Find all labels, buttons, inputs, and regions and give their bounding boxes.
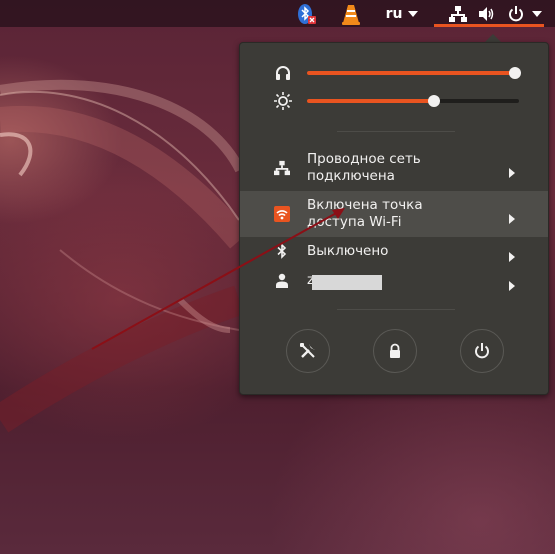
menu-item-user[interactable]: z bbox=[240, 269, 548, 293]
headphones-icon bbox=[273, 63, 293, 83]
volume-slider-row bbox=[240, 62, 548, 84]
network-wired-icon[interactable] bbox=[448, 0, 468, 27]
lock-button[interactable] bbox=[373, 329, 417, 373]
menu-item-bluetooth[interactable]: Выключено bbox=[240, 240, 548, 264]
chevron-right-icon bbox=[509, 163, 517, 178]
network-wired-icon bbox=[274, 160, 290, 176]
power-icon[interactable] bbox=[506, 0, 526, 27]
wifi-hotspot-icon bbox=[274, 206, 290, 222]
power-icon bbox=[475, 343, 489, 359]
language-indicator[interactable]: ru bbox=[383, 0, 405, 27]
redacted-username bbox=[312, 275, 382, 290]
settings-icon bbox=[300, 343, 315, 358]
menu-item-wired-network[interactable]: Проводное сеть подключена bbox=[240, 147, 548, 189]
menu-item-wifi-hotspot[interactable]: Включена точка доступа Wi-Fi bbox=[240, 191, 548, 237]
vlc-icon[interactable] bbox=[340, 0, 362, 27]
lock-icon bbox=[390, 343, 400, 358]
system-menu: Проводное сеть подключена Включена точка… bbox=[239, 42, 549, 395]
volume-slider[interactable] bbox=[307, 67, 521, 79]
power-off-button[interactable] bbox=[460, 329, 504, 373]
settings-button[interactable] bbox=[286, 329, 330, 373]
brightness-icon bbox=[273, 91, 293, 111]
bluetooth-disabled-icon[interactable] bbox=[295, 0, 317, 27]
bluetooth-icon bbox=[274, 243, 290, 259]
volume-slider-knob[interactable] bbox=[509, 67, 521, 79]
brightness-slider-row bbox=[240, 90, 548, 112]
chevron-down-icon[interactable] bbox=[406, 0, 420, 27]
top-panel: ru bbox=[0, 0, 555, 27]
chevron-right-icon bbox=[509, 247, 517, 262]
menu-item-label: Включена точка доступа Wi-Fi bbox=[307, 197, 423, 230]
chevron-right-icon bbox=[509, 209, 517, 224]
user-icon bbox=[274, 272, 290, 288]
active-indicator-underline bbox=[434, 24, 544, 27]
menu-separator bbox=[337, 309, 455, 310]
brightness-slider-fill bbox=[307, 99, 434, 103]
menu-item-label: Выключено bbox=[307, 243, 389, 259]
menu-separator bbox=[337, 131, 455, 132]
menu-item-label: Проводное сеть подключена bbox=[307, 151, 421, 184]
brightness-slider[interactable] bbox=[307, 95, 519, 107]
chevron-down-icon[interactable] bbox=[530, 0, 544, 27]
volume-slider-fill bbox=[307, 71, 515, 75]
volume-icon[interactable] bbox=[477, 0, 497, 27]
brightness-slider-knob[interactable] bbox=[428, 95, 440, 107]
chevron-right-icon bbox=[509, 276, 517, 291]
